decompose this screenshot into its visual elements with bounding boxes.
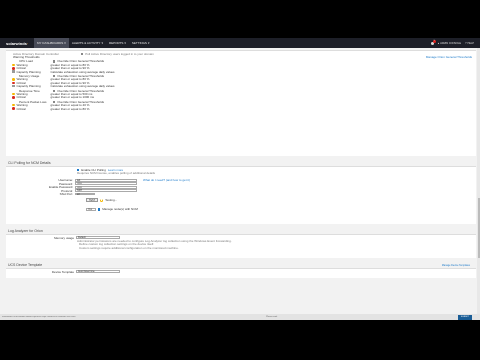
what-do-i-need-link[interactable]: What do I need? (and how to get it) <box>143 178 190 182</box>
thresholds-panel: Active Directory Domain Controller Pull … <box>6 50 476 156</box>
page-content: Active Directory Domain Controller Pull … <box>6 50 476 312</box>
status-bar: solarwinds/Orion/Nodes/NodeProperties.as… <box>0 314 480 320</box>
critical-icon <box>12 81 15 85</box>
notification-badge: 1 <box>432 39 436 43</box>
critical-icon <box>12 107 15 110</box>
warning-icon <box>12 78 15 81</box>
cli-panel: Enable CLI Polling Learn more Requires N… <box>6 166 476 224</box>
nav-settings[interactable]: SETTINGS ▾ <box>129 38 153 48</box>
capacity-icon <box>12 84 15 88</box>
notification-bell-icon[interactable]: 1 <box>430 39 436 45</box>
critical-icon <box>12 96 15 99</box>
threshold-row-critical: Critical greater than or equal to 80 % <box>12 107 476 111</box>
manage-ncm-row: Yes Manage node(s) with NCM <box>86 207 138 212</box>
ad-users-checkbox[interactable] <box>81 52 84 55</box>
scrollbar-thumb[interactable] <box>477 198 480 258</box>
status-url: solarwinds/Orion/Nodes/NodeProperties.as… <box>2 316 76 318</box>
solarwinds-logo[interactable]: solarwinds· <box>6 41 34 46</box>
password-field[interactable]: •••••• <box>75 182 137 186</box>
manage-ncm-select[interactable]: Yes <box>86 207 96 211</box>
threshold-row-critical: Critical greater than or equal to 1000 ms <box>12 95 476 99</box>
user-menu[interactable]: ● ADMIN CONSOLE <box>438 42 462 45</box>
ucs-panel: Device Template Auto Determine <box>6 268 476 278</box>
chevron-down-icon: ▾ <box>124 41 126 45</box>
log-analyzer-note: Custom settings require additional confi… <box>79 245 179 250</box>
chevron-down-icon: ▾ <box>64 41 66 45</box>
browser-frame: solarwinds· MY DASHBOARDS ▾ ALERTS & ACTI… <box>0 38 480 320</box>
test-row: TEST Testing... <box>6 197 476 204</box>
status-text: Please wait <box>266 316 278 318</box>
cli-field-row: SSH Port: 22 <box>6 192 476 196</box>
critical-icon <box>12 67 15 70</box>
warning-icon <box>12 92 15 96</box>
manage-ncm-checkbox[interactable] <box>98 208 101 211</box>
submit-button[interactable]: SUBMIT <box>457 314 472 320</box>
warning-thresholds-heading-row: Warning Thresholds Manage Orion General … <box>12 55 476 60</box>
test-button[interactable]: TEST <box>86 198 99 203</box>
help-icon: ? <box>465 41 467 45</box>
warning-thresholds-title: Warning Thresholds <box>13 55 40 60</box>
manage-thresholds-link[interactable]: Manage Orion General Thresholds <box>426 55 472 59</box>
user-icon: ● <box>437 41 440 45</box>
warning-icon <box>12 63 15 67</box>
chevron-down-icon: ▾ <box>101 41 103 45</box>
nav-my-dashboards[interactable]: MY DASHBOARDS ▾ <box>34 38 69 48</box>
help-menu[interactable]: ? HELP <box>465 42 474 45</box>
username-field[interactable]: lab <box>75 179 137 182</box>
manage-device-templates-link[interactable]: Manage Device Templates <box>442 264 470 267</box>
top-navigation-bar: solarwinds· MY DASHBOARDS ▾ ALERTS & ACTI… <box>0 38 480 48</box>
device-template-select[interactable]: Auto Determine <box>76 270 120 274</box>
nav-alerts-activity[interactable]: ALERTS & ACTIVITY ▾ <box>69 38 106 48</box>
device-template-row: Device Template Auto Determine <box>6 270 476 274</box>
threshold-row-capacity: Capacity Planning Calculate exhaustion us… <box>12 70 476 74</box>
nav-reports[interactable]: REPORTS ▾ <box>106 38 129 48</box>
ssh-port-field[interactable]: 22 <box>75 192 95 196</box>
chevron-down-icon: ▾ <box>147 41 150 45</box>
log-analyzer-panel: Memory usage Default Administrator permi… <box>6 234 476 258</box>
threshold-row-capacity: Capacity Planning Calculate exhaustion us… <box>12 84 476 88</box>
capacity-icon <box>12 70 15 73</box>
spinner-icon <box>100 198 104 202</box>
